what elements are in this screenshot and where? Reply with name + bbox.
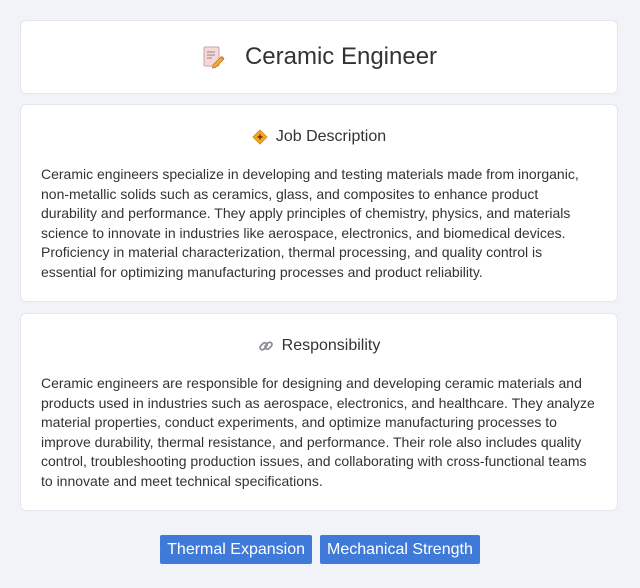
responsibility-header: Responsibility <box>41 336 597 356</box>
page-title: Ceramic Engineer <box>244 43 438 70</box>
title-card: Ceramic Engineer <box>20 20 618 94</box>
tag-list: Thermal Expansion Mechanical Strength <box>0 535 640 564</box>
link-icon <box>258 338 274 354</box>
tag-thermal-expansion[interactable]: Thermal Expansion <box>160 535 312 564</box>
responsibility-text: Ceramic engineers are responsible for de… <box>41 375 595 489</box>
responsibility-card: Responsibility Ceramic engineers are res… <box>20 313 618 511</box>
job-description-text: Ceramic engineers specialize in developi… <box>41 166 579 280</box>
responsibility-heading: Responsibility <box>281 337 381 354</box>
job-description-header: Job Description <box>41 127 597 147</box>
job-description-heading: Job Description <box>275 128 387 145</box>
document-pencil-icon <box>201 45 225 69</box>
diamond-sparkle-icon <box>252 129 268 145</box>
tag-mechanical-strength[interactable]: Mechanical Strength <box>319 535 480 564</box>
job-description-card: Job Description Ceramic engineers specia… <box>20 104 618 302</box>
